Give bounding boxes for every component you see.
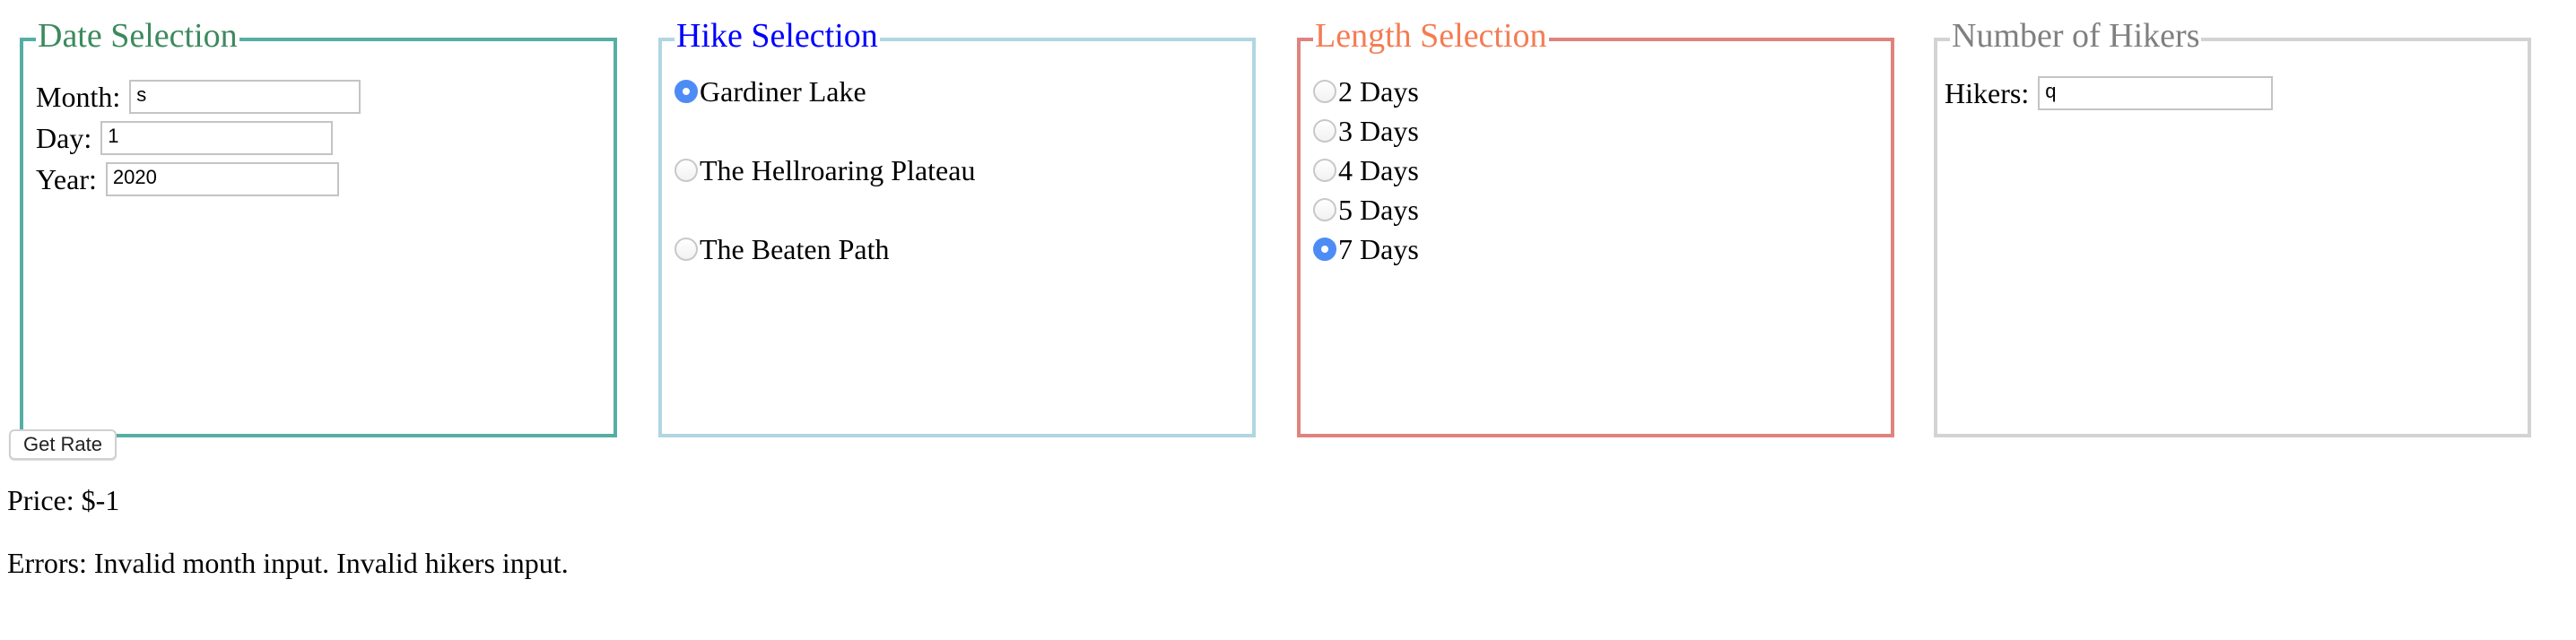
date-selection-legend: Date Selection [36, 16, 239, 56]
hike-option-hellroaring-plateau[interactable]: The Hellroaring Plateau [674, 151, 975, 190]
month-row: Month: s [36, 77, 361, 117]
radio-button[interactable] [1313, 198, 1336, 221]
length-option-5-days[interactable]: 5 Days [1313, 190, 1419, 229]
length-option-3-days[interactable]: 3 Days [1313, 111, 1419, 151]
length-selection-fieldset: Length Selection 2 Days 3 Days 4 Days 5 … [1297, 16, 1894, 437]
month-label: Month: [36, 81, 121, 113]
length-option-4-days[interactable]: 4 Days [1313, 151, 1419, 190]
length-option-label: 5 Days [1338, 194, 1419, 226]
year-row: Year: 2020 [36, 160, 339, 199]
hike-selection-legend: Hike Selection [674, 16, 880, 56]
radio-button[interactable] [1313, 159, 1336, 182]
get-rate-button[interactable]: Get Rate [9, 429, 117, 460]
hikers-row: Hikers: q [1945, 74, 2274, 113]
year-label: Year: [36, 163, 97, 195]
hike-option-label: Gardiner Lake [700, 75, 866, 108]
radio-button-selected[interactable] [674, 80, 698, 103]
hike-option-gardiner-lake[interactable]: Gardiner Lake [674, 72, 866, 111]
length-option-2-days[interactable]: 2 Days [1313, 72, 1419, 111]
length-selection-legend: Length Selection [1313, 16, 1549, 56]
radio-button-selected[interactable] [1313, 238, 1336, 261]
errors-text: Errors: Invalid month input. Invalid hik… [7, 547, 569, 579]
month-input[interactable]: s [129, 80, 361, 114]
day-row: Day: 1 [36, 118, 334, 158]
number-of-hikers-fieldset: Number of Hikers Hikers: q [1934, 16, 2531, 437]
radio-button[interactable] [1313, 119, 1336, 143]
year-input[interactable]: 2020 [105, 162, 339, 196]
number-of-hikers-legend: Number of Hikers [1950, 16, 2202, 56]
length-option-label: 4 Days [1338, 154, 1419, 186]
length-option-label: 3 Days [1338, 115, 1419, 147]
radio-button[interactable] [674, 159, 698, 182]
hike-option-label: The Beaten Path [700, 233, 890, 265]
hikers-label: Hikers: [1945, 77, 2030, 109]
day-label: Day: [36, 122, 92, 154]
length-option-label: 7 Days [1338, 233, 1419, 265]
hike-option-label: The Hellroaring Plateau [700, 154, 976, 186]
hike-selection-fieldset: Hike Selection Gardiner Lake The Hellroa… [658, 16, 1256, 437]
price-text: Price: $-1 [7, 484, 120, 516]
day-input[interactable]: 1 [100, 121, 334, 155]
radio-button[interactable] [674, 238, 698, 261]
length-option-7-days[interactable]: 7 Days [1313, 229, 1419, 269]
length-option-label: 2 Days [1338, 75, 1419, 108]
hike-option-beaten-path[interactable]: The Beaten Path [674, 229, 889, 269]
hikers-input[interactable]: q [2038, 76, 2274, 110]
date-selection-fieldset: Date Selection Month: s Day: 1 Year: 202… [20, 16, 617, 437]
radio-button[interactable] [1313, 80, 1336, 103]
